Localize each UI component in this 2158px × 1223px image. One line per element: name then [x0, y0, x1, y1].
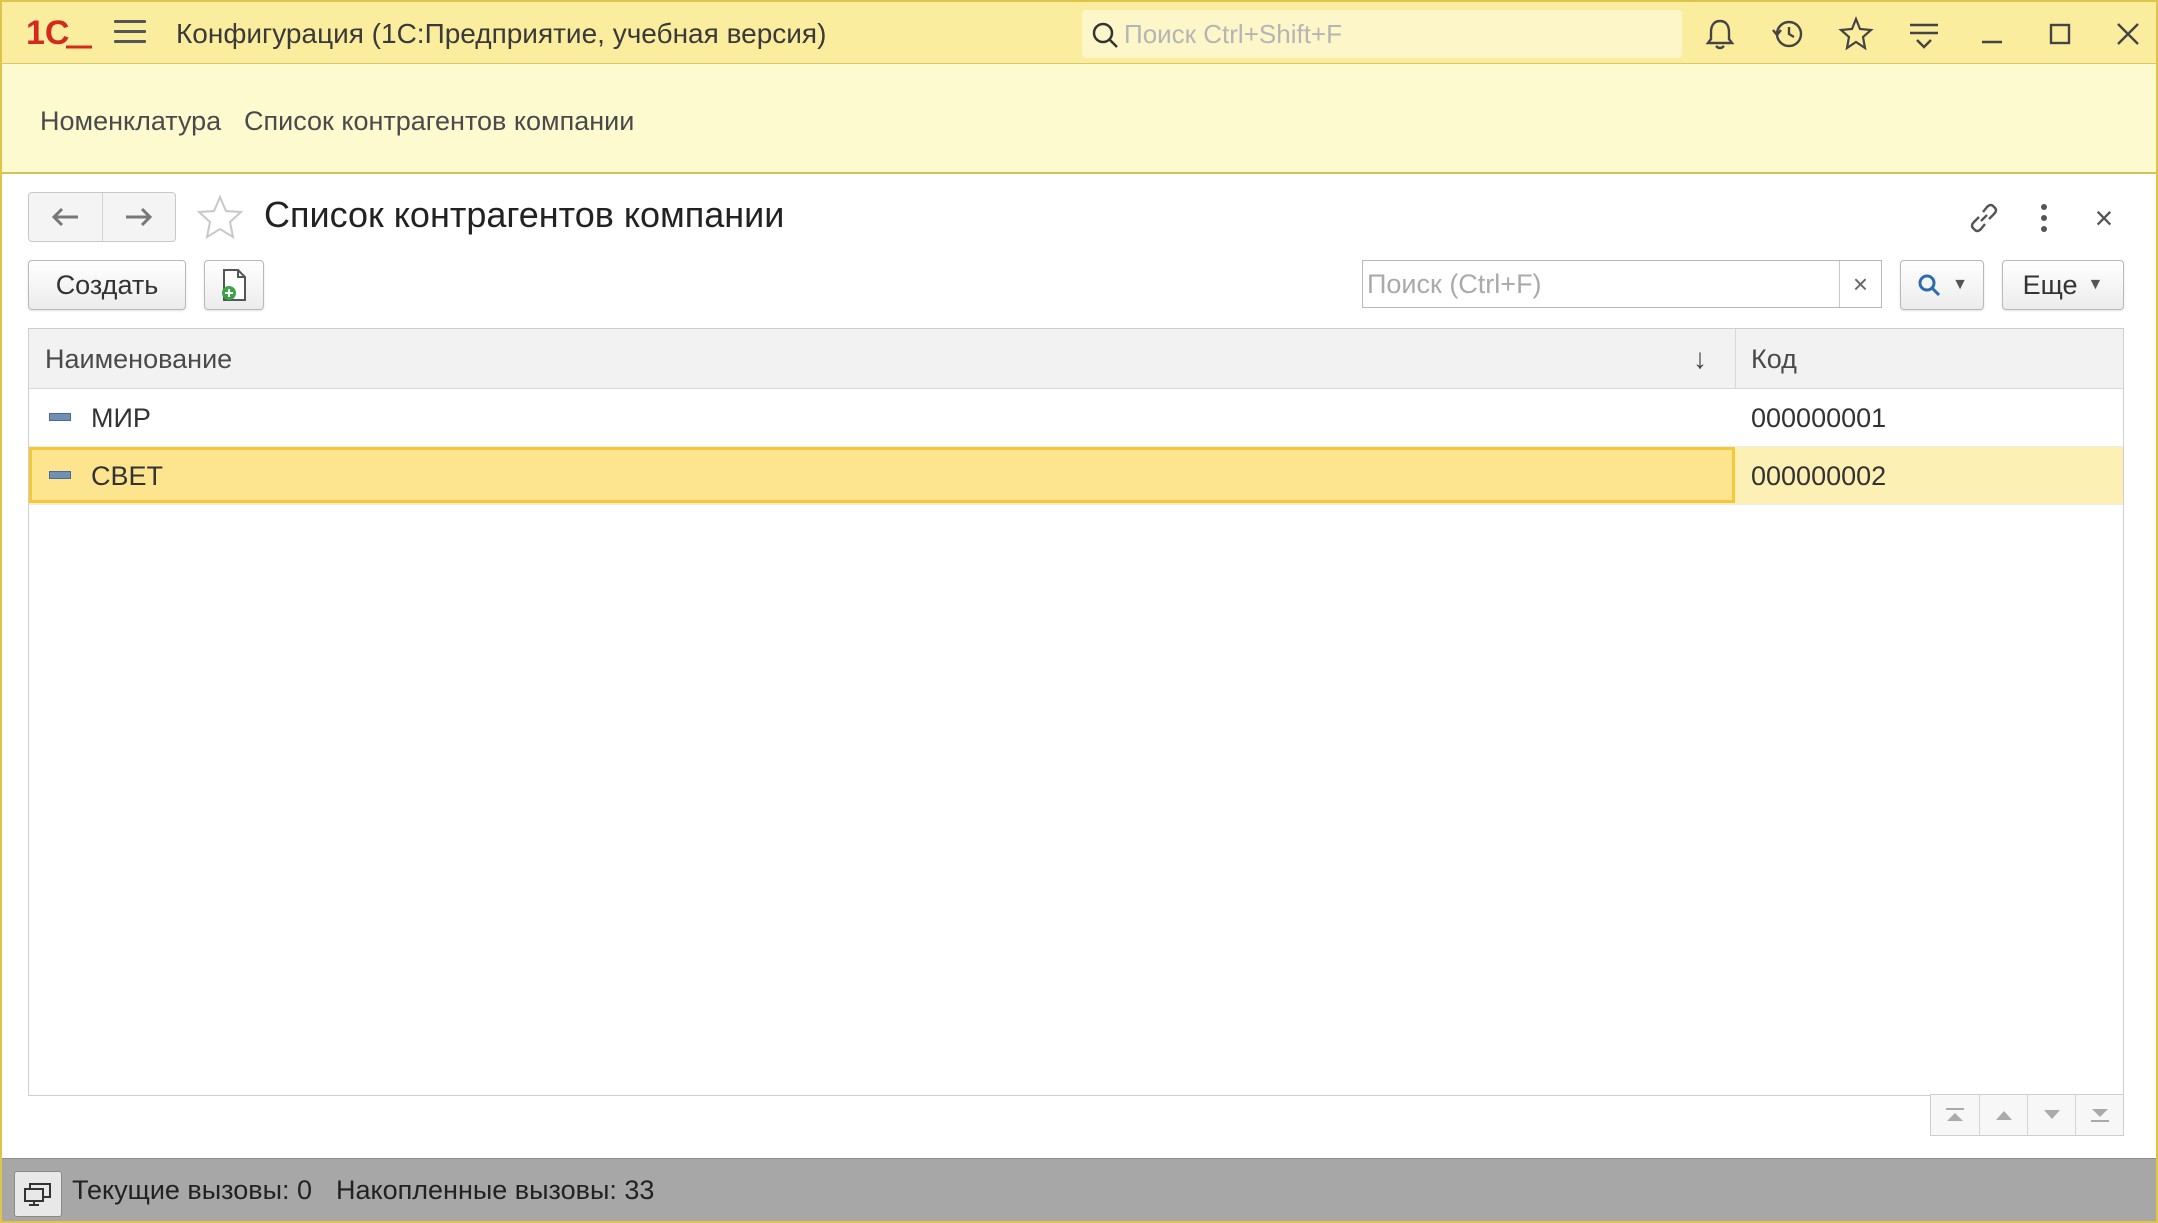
cell-name[interactable]: СВЕТ [29, 447, 1735, 503]
cell-name-text: МИР [91, 403, 151, 433]
link-icon[interactable] [1964, 198, 2004, 238]
scroll-top-button[interactable] [1931, 1095, 1979, 1135]
more-button-label: Еще [2022, 269, 2078, 300]
table-scroll-buttons [1930, 1094, 2124, 1136]
section-link-counterparties[interactable]: Список контрагентов компании [244, 106, 634, 137]
logo-1c-icon[interactable]: 1С [26, 16, 94, 50]
panel-settings-icon[interactable] [1906, 16, 1942, 52]
scroll-top-icon [1946, 1108, 1964, 1121]
cell-code: 000000001 [1751, 403, 1887, 433]
title-bar: 1С Конфигурация (1С:Предприятие, учебная… [2, 2, 2156, 64]
chevron-down-icon: ▼ [2087, 276, 2104, 293]
global-search-input[interactable] [1124, 16, 1664, 52]
close-icon[interactable] [2110, 16, 2146, 52]
section-panel: Номенклатура Список контрагентов компани… [2, 64, 2156, 174]
scroll-bottom-button[interactable] [2075, 1095, 2123, 1135]
accumulated-calls: Накопленные вызовы: 33 [336, 1175, 655, 1205]
status-bar: Текущие вызовы: 0 Накопленные вызовы: 33 [2, 1158, 2156, 1221]
table-header: Наименование ↓ Код [29, 329, 2123, 389]
form-close-button[interactable]: × [2084, 198, 2124, 238]
item-icon [49, 413, 71, 421]
add-document-icon [222, 269, 246, 301]
sort-arrow-icon[interactable]: ↓ [1693, 329, 1707, 389]
global-search[interactable] [1082, 10, 1682, 58]
app-title: Конфигурация (1С:Предприятие, учебная ве… [176, 18, 827, 49]
table-row[interactable]: МИР 000000001 [29, 389, 2123, 447]
list-search-input[interactable] [1367, 265, 1827, 303]
monitor-icon [24, 1183, 51, 1206]
nav-buttons [28, 192, 176, 242]
form-area: Список контрагентов компании × Создать × [2, 176, 2156, 1156]
table-row-selected[interactable]: СВЕТ 000000002 [29, 447, 2123, 505]
scroll-down-button[interactable] [2027, 1095, 2075, 1135]
bell-icon[interactable] [1702, 16, 1738, 52]
chevron-down-icon: ▼ [1952, 276, 1968, 293]
more-button[interactable]: Еще ▼ [2002, 260, 2124, 310]
minimize-icon[interactable] [1974, 16, 2010, 52]
search-clear-button[interactable]: × [1839, 261, 1881, 307]
history-icon[interactable] [1770, 16, 1806, 52]
form-title: Список контрагентов компании [264, 194, 785, 235]
forward-arrow-icon [125, 207, 152, 227]
favorite-star-icon[interactable] [194, 192, 246, 244]
back-button[interactable] [29, 193, 102, 241]
scroll-down-icon [2043, 1110, 2060, 1119]
cell-code: 000000002 [1751, 461, 1887, 491]
cell-name-text: СВЕТ [91, 461, 164, 491]
search-magnifier-icon [1918, 274, 1941, 297]
current-calls: Текущие вызовы: 0 [72, 1175, 313, 1205]
item-icon [49, 471, 71, 479]
forward-button[interactable] [101, 193, 176, 241]
star-icon[interactable] [1838, 16, 1874, 52]
column-header-code[interactable]: Код [1751, 329, 1797, 389]
logo-text: 1С [26, 16, 69, 50]
menu-icon[interactable] [114, 20, 146, 46]
search-options-button[interactable]: ▼ [1900, 260, 1984, 310]
scroll-bottom-icon [2090, 1109, 2109, 1122]
cell-name[interactable]: МИР [29, 389, 1735, 445]
back-arrow-icon [52, 207, 79, 227]
column-header-name[interactable]: Наименование [45, 329, 232, 389]
scroll-up-button[interactable] [1979, 1095, 2027, 1135]
add-document-button[interactable] [204, 260, 264, 310]
search-icon [1092, 22, 1118, 48]
create-button[interactable]: Создать [28, 260, 186, 310]
counterparties-table[interactable]: Наименование ↓ Код МИР 000000001 СВЕТ 00… [28, 328, 2124, 1096]
maximize-icon[interactable] [2042, 16, 2078, 52]
app-window: 1С Конфигурация (1С:Предприятие, учебная… [0, 0, 2158, 1223]
section-link-nomenclature[interactable]: Номенклатура [40, 106, 221, 137]
performance-button[interactable] [14, 1171, 62, 1217]
more-vertical-icon[interactable] [2024, 198, 2064, 238]
list-search: × [1362, 260, 1882, 308]
scroll-up-icon [1995, 1111, 2012, 1120]
